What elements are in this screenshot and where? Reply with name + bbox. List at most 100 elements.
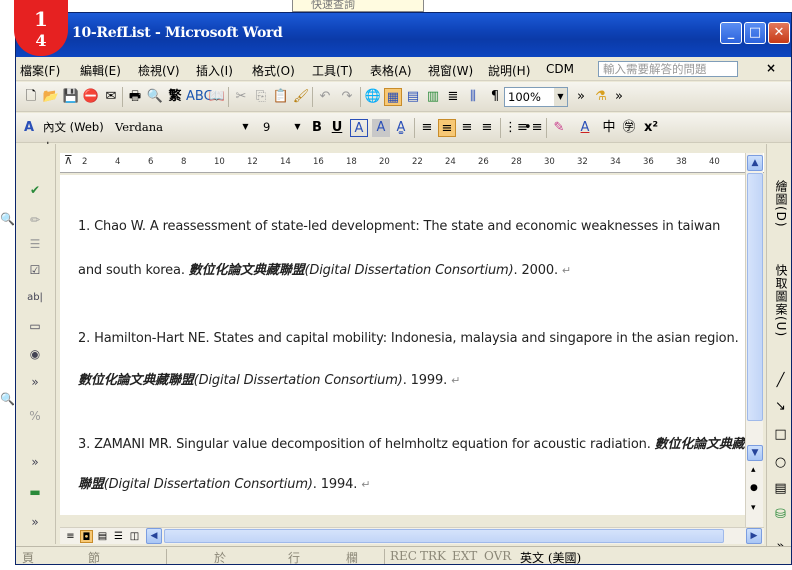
menu-format[interactable]: 格式(O): [252, 62, 295, 79]
menu-table[interactable]: 表格(A): [370, 62, 412, 79]
web-layout-view-icon[interactable]: ◘: [80, 530, 93, 543]
scroll-right-icon[interactable]: ▶: [746, 528, 762, 544]
drawing-icon[interactable]: ⫼: [464, 88, 482, 106]
close-document-icon[interactable]: ×: [766, 61, 776, 75]
bold-button[interactable]: B: [308, 119, 326, 137]
menu-view[interactable]: 檢視(V): [138, 62, 180, 79]
spelling-icon[interactable]: ABC: [186, 88, 213, 106]
undo-icon[interactable]: ↶: [316, 88, 334, 106]
rectangle-icon[interactable]: □: [772, 426, 789, 443]
title-bar[interactable]: 10-RefList - Microsoft Word _ □ ✕: [16, 13, 791, 57]
previous-page-icon[interactable]: ▴: [751, 465, 756, 475]
toolbar-more-icon[interactable]: »: [25, 372, 45, 392]
character-shading-button[interactable]: A: [372, 119, 390, 137]
toolbar-options-icon[interactable]: »: [572, 88, 590, 106]
underline-button[interactable]: U: [328, 119, 346, 137]
arrow-icon[interactable]: ↘: [772, 398, 789, 415]
next-page-icon[interactable]: ▾: [751, 503, 756, 513]
minimize-button[interactable]: _: [720, 22, 742, 44]
horizontal-scrollbar[interactable]: ≡ ◘ ▤ ☰ ◫ ◀ ▶: [60, 527, 764, 544]
line-icon[interactable]: ╱: [772, 372, 789, 389]
text-box-icon[interactable]: ▤: [772, 480, 789, 497]
more-options-icon[interactable]: »: [610, 88, 628, 106]
align-right-icon[interactable]: ≡: [478, 119, 496, 137]
superscript-icon[interactable]: x²: [642, 119, 660, 137]
scroll-left-icon[interactable]: ◀: [146, 528, 162, 544]
color-picker-icon[interactable]: ▬: [25, 482, 45, 502]
font-size-select[interactable]: 9 ▼: [260, 118, 304, 138]
styles-icon[interactable]: A: [20, 119, 38, 137]
outline-view-icon[interactable]: ☰: [112, 530, 125, 543]
menu-cdm[interactable]: CDM: [546, 62, 574, 76]
open-icon[interactable]: 📂: [42, 88, 60, 106]
justify-icon[interactable]: ≡: [418, 119, 436, 137]
style-select[interactable]: 內文 (Web) +: [40, 118, 110, 152]
maximize-button[interactable]: □: [744, 22, 766, 44]
vertical-scrollbar[interactable]: ▲ ▼ ▴ ● ▾: [745, 153, 763, 529]
copy-icon[interactable]: ⎘: [252, 88, 270, 106]
select-browse-object-icon[interactable]: ●: [750, 483, 758, 493]
scroll-up-icon[interactable]: ▲: [747, 155, 763, 171]
toolbar-more-icon[interactable]: »: [25, 512, 45, 532]
scroll-down-icon[interactable]: ▼: [747, 445, 763, 461]
hyperlink-icon[interactable]: 🌐: [364, 88, 382, 106]
status-ovr[interactable]: OVR: [484, 549, 511, 563]
status-trk[interactable]: TRK: [420, 549, 446, 563]
menu-edit[interactable]: 編輯(E): [80, 62, 121, 79]
option-button-icon[interactable]: ◉: [25, 344, 45, 364]
document-area[interactable]: 1. Chao W. A reassessment of state-led d…: [60, 175, 745, 515]
columns-icon[interactable]: ≣: [444, 88, 462, 106]
tables-borders-icon[interactable]: ▦: [384, 88, 402, 106]
bullets-icon[interactable]: •≡: [524, 119, 543, 137]
print-icon[interactable]: 🖶: [126, 88, 144, 106]
styles-pane-icon[interactable]: ⚗: [592, 88, 610, 106]
indent-marker-icon[interactable]: ⊼: [64, 153, 73, 167]
character-scale-icon[interactable]: A͚: [392, 119, 410, 137]
checkbox-icon[interactable]: ☑: [25, 260, 45, 280]
menu-insert[interactable]: 插入(I): [196, 62, 233, 79]
autoshapes-menu[interactable]: 快取圖案(U): [773, 264, 790, 337]
redo-icon[interactable]: ↷: [338, 88, 356, 106]
convert-chinese-icon[interactable]: 繁: [166, 88, 184, 106]
phonetic-guide-icon[interactable]: 中: [600, 119, 618, 137]
enclose-character-icon[interactable]: ㊫: [620, 119, 638, 137]
show-hide-icon[interactable]: ¶: [486, 88, 504, 106]
check-mark-icon[interactable]: ✔: [25, 180, 45, 200]
insert-excel-icon[interactable]: ▥: [424, 88, 442, 106]
status-rec[interactable]: REC: [390, 549, 417, 563]
font-select[interactable]: Verdana ▼: [112, 118, 252, 138]
normal-view-icon[interactable]: ≡: [64, 530, 77, 543]
oval-icon[interactable]: ○: [772, 454, 789, 471]
close-button[interactable]: ✕: [768, 22, 790, 44]
menu-file[interactable]: 檔案(F): [20, 62, 60, 79]
menu-window[interactable]: 視窗(W): [428, 62, 473, 79]
align-center-icon[interactable]: ≡: [458, 119, 476, 137]
toolbar-more-icon[interactable]: »: [25, 452, 45, 472]
ask-question-box[interactable]: 輸入需要解答的問題: [598, 61, 738, 77]
paste-icon[interactable]: 📋: [272, 88, 290, 106]
permission-icon[interactable]: ⛔: [82, 88, 100, 106]
background-tab[interactable]: 快速查詢: [292, 0, 424, 12]
research-icon[interactable]: 📖: [208, 88, 226, 106]
new-doc-icon[interactable]: 🗋: [22, 88, 40, 106]
email-icon[interactable]: ✉: [102, 88, 120, 106]
format-painter-icon[interactable]: 🖌: [292, 88, 310, 106]
zoom-select[interactable]: 100% ▼: [504, 87, 568, 107]
print-layout-view-icon[interactable]: ▤: [96, 530, 109, 543]
text-field-icon[interactable]: ab|: [25, 288, 45, 308]
horizontal-scroll-thumb[interactable]: [164, 529, 724, 543]
edit-text-icon[interactable]: ✏: [25, 210, 45, 230]
save-icon[interactable]: 💾: [62, 88, 80, 106]
print-preview-icon[interactable]: 🔍: [146, 88, 164, 106]
cut-icon[interactable]: ✂: [232, 88, 250, 106]
list-box-icon[interactable]: ☰: [25, 234, 45, 254]
highlight-icon[interactable]: ✎: [550, 119, 568, 137]
horizontal-ruler[interactable]: ⊼ 2 4 6 8 10 12 14 16 18 20 22 24 26 28 30 32 34 36 38 40: [60, 153, 764, 173]
drop-down-field-icon[interactable]: ▭: [25, 316, 45, 336]
reading-layout-view-icon[interactable]: ◫: [128, 530, 141, 543]
menu-help[interactable]: 說明(H): [488, 62, 530, 79]
character-border-button[interactable]: A: [350, 119, 368, 137]
font-color-icon[interactable]: A: [576, 119, 594, 137]
draw-menu[interactable]: 繪圖(D): [773, 180, 790, 228]
insert-table-icon[interactable]: ▤: [404, 88, 422, 106]
